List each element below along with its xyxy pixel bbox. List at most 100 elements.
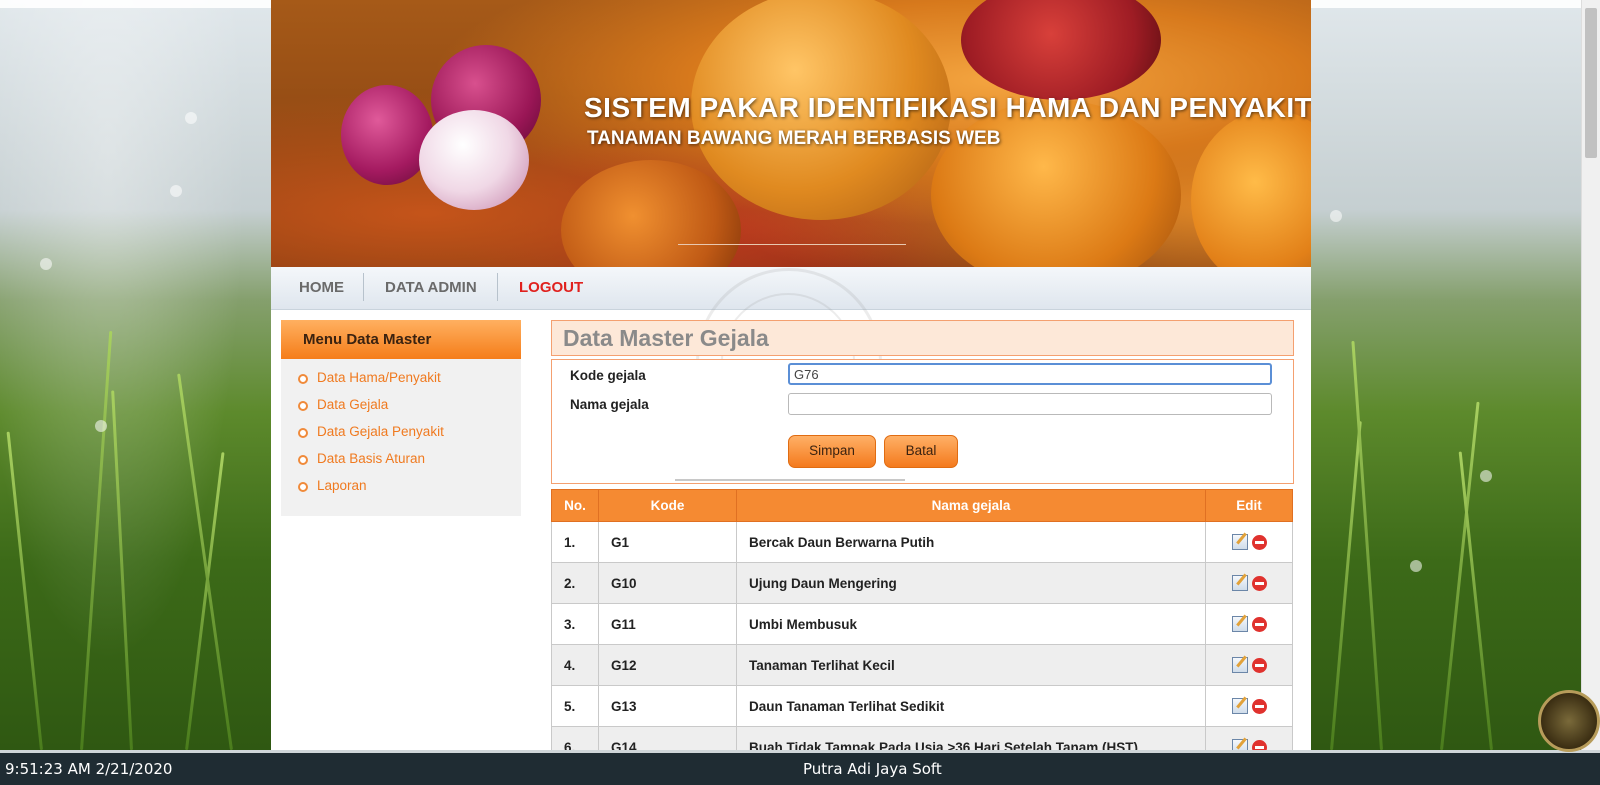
nav-logout[interactable]: LOGOUT — [519, 279, 583, 296]
table-row: 6. G14 Buah Tidak Tampak Pada Usia >36 H… — [551, 726, 1293, 750]
sidebar-item-label: Data Gejala — [317, 397, 389, 412]
cell-no: 3. — [551, 603, 599, 645]
table-body: 1. G1 Bercak Daun Berwarna Putih 2. G10 … — [551, 521, 1293, 750]
sidebar: Menu Data Master Data Hama/Penyakit Data… — [281, 320, 521, 516]
form-divider — [675, 479, 905, 481]
delete-icon[interactable] — [1251, 698, 1267, 714]
dew-drop — [95, 420, 107, 432]
dew-drop — [170, 185, 182, 197]
dew-drop — [1330, 210, 1342, 222]
nama-gejala-label: Nama gejala — [570, 397, 649, 412]
delete-icon[interactable] — [1251, 657, 1267, 673]
gejala-table: No. Kode Nama gejala Edit 1. G1 Bercak D… — [551, 489, 1293, 750]
dew-drop — [1480, 470, 1492, 482]
delete-icon[interactable] — [1251, 534, 1267, 550]
sidebar-item-data-hama-penyakit[interactable]: Data Hama/Penyakit — [281, 370, 444, 397]
sidebar-item-label: Data Hama/Penyakit — [317, 370, 441, 385]
content-header: Data Master Gejala — [551, 320, 1294, 356]
delete-icon[interactable] — [1251, 616, 1267, 632]
cell-kode: G14 — [598, 726, 737, 750]
cell-nama: Umbi Membusuk — [736, 603, 1206, 645]
dew-drop — [185, 112, 197, 124]
sidebar-item-data-gejala[interactable]: Data Gejala — [281, 397, 444, 424]
cell-edit — [1205, 685, 1293, 727]
edit-icon[interactable] — [1231, 534, 1248, 551]
grass-blade — [1458, 451, 1493, 751]
cell-no: 5. — [551, 685, 599, 727]
sidebar-title: Menu Data Master — [281, 320, 521, 359]
taskbar-brand: Putra Adi Jaya Soft — [803, 760, 942, 778]
table-row: 1. G1 Bercak Daun Berwarna Putih — [551, 521, 1293, 563]
cell-kode: G13 — [598, 685, 737, 727]
edit-icon[interactable] — [1231, 575, 1248, 592]
web-page: SISTEM PAKAR IDENTIFIKASI HAMA DAN PENYA… — [271, 0, 1311, 750]
background-glow — [0, 0, 270, 750]
dew-drop — [40, 258, 52, 270]
column-header-nama: Nama gejala — [736, 489, 1206, 522]
kode-gejala-label: Kode gejala — [570, 368, 646, 383]
nav-home[interactable]: HOME — [299, 279, 344, 296]
cell-edit — [1205, 726, 1293, 750]
scrollbar-thumb[interactable] — [1585, 8, 1597, 158]
site-subtitle: TANAMAN BAWANG MERAH BERBASIS WEB — [587, 128, 1001, 149]
cell-nama: Ujung Daun Mengering — [736, 562, 1206, 604]
cell-no: 4. — [551, 644, 599, 686]
edit-icon[interactable] — [1231, 739, 1248, 750]
edit-icon[interactable] — [1231, 657, 1248, 674]
edit-icon[interactable] — [1231, 698, 1248, 715]
table-header-row: No. Kode Nama gejala Edit — [551, 489, 1293, 522]
brand-seal-logo — [1538, 690, 1600, 752]
bullet-icon — [298, 455, 308, 465]
column-header-edit: Edit — [1205, 489, 1293, 522]
bullet-icon — [298, 482, 308, 492]
page-scrollbar[interactable] — [1581, 0, 1600, 750]
grass-blade — [1351, 340, 1383, 751]
bullet-icon — [298, 374, 308, 384]
cell-edit — [1205, 603, 1293, 645]
sidebar-item-data-gejala-penyakit[interactable]: Data Gejala Penyakit — [281, 424, 444, 451]
edit-icon[interactable] — [1231, 616, 1248, 633]
nav-separator — [363, 273, 364, 301]
cell-edit — [1205, 562, 1293, 604]
table-row: 2. G10 Ujung Daun Mengering — [551, 562, 1293, 604]
table-row: 4. G12 Tanaman Terlihat Kecil — [551, 644, 1293, 686]
cell-nama: Bercak Daun Berwarna Putih — [736, 521, 1206, 563]
taskbar: 9:51:23 AM 2/21/2020 Putra Adi Jaya Soft — [0, 753, 1600, 785]
cell-nama: Buah Tidak Tampak Pada Usia >36 Hari Set… — [736, 726, 1206, 750]
delete-icon[interactable] — [1251, 575, 1267, 591]
onion-image — [961, 0, 1161, 100]
table-row: 3. G11 Umbi Membusuk — [551, 603, 1293, 645]
column-header-no: No. — [551, 489, 599, 522]
nama-gejala-input[interactable] — [788, 393, 1272, 415]
page-title: Data Master Gejala — [563, 325, 769, 351]
gejala-form: Kode gejala Nama gejala Simpan Batal — [551, 359, 1294, 484]
nav-data-admin[interactable]: DATA ADMIN — [385, 279, 477, 296]
shallot-image — [419, 110, 529, 210]
sidebar-item-laporan[interactable]: Laporan — [281, 478, 444, 505]
sidebar-menu: Data Hama/Penyakit Data Gejala Data Geja… — [281, 370, 444, 505]
cancel-button[interactable]: Batal — [884, 435, 958, 468]
delete-icon[interactable] — [1251, 739, 1267, 750]
cell-no: 6. — [551, 726, 599, 750]
cell-kode: G10 — [598, 562, 737, 604]
save-button[interactable]: Simpan — [788, 435, 876, 468]
cell-kode: G12 — [598, 644, 737, 686]
cell-edit — [1205, 521, 1293, 563]
bullet-icon — [298, 428, 308, 438]
grass-blade — [1330, 421, 1362, 751]
site-title: SISTEM PAKAR IDENTIFIKASI HAMA DAN PENYA… — [584, 92, 1311, 123]
cell-nama: Daun Tanaman Terlihat Sedikit — [736, 685, 1206, 727]
nav-separator — [497, 273, 498, 301]
kode-gejala-input[interactable] — [788, 363, 1272, 385]
cell-no: 1. — [551, 521, 599, 563]
sidebar-item-label: Laporan — [317, 478, 367, 493]
banner-divider — [678, 244, 906, 245]
cell-edit — [1205, 644, 1293, 686]
dew-drop — [1410, 560, 1422, 572]
header-banner: SISTEM PAKAR IDENTIFIKASI HAMA DAN PENYA… — [271, 0, 1311, 300]
bullet-icon — [298, 401, 308, 411]
column-header-kode: Kode — [598, 489, 737, 522]
cell-no: 2. — [551, 562, 599, 604]
sidebar-item-data-basis-aturan[interactable]: Data Basis Aturan — [281, 451, 444, 478]
cell-nama: Tanaman Terlihat Kecil — [736, 644, 1206, 686]
